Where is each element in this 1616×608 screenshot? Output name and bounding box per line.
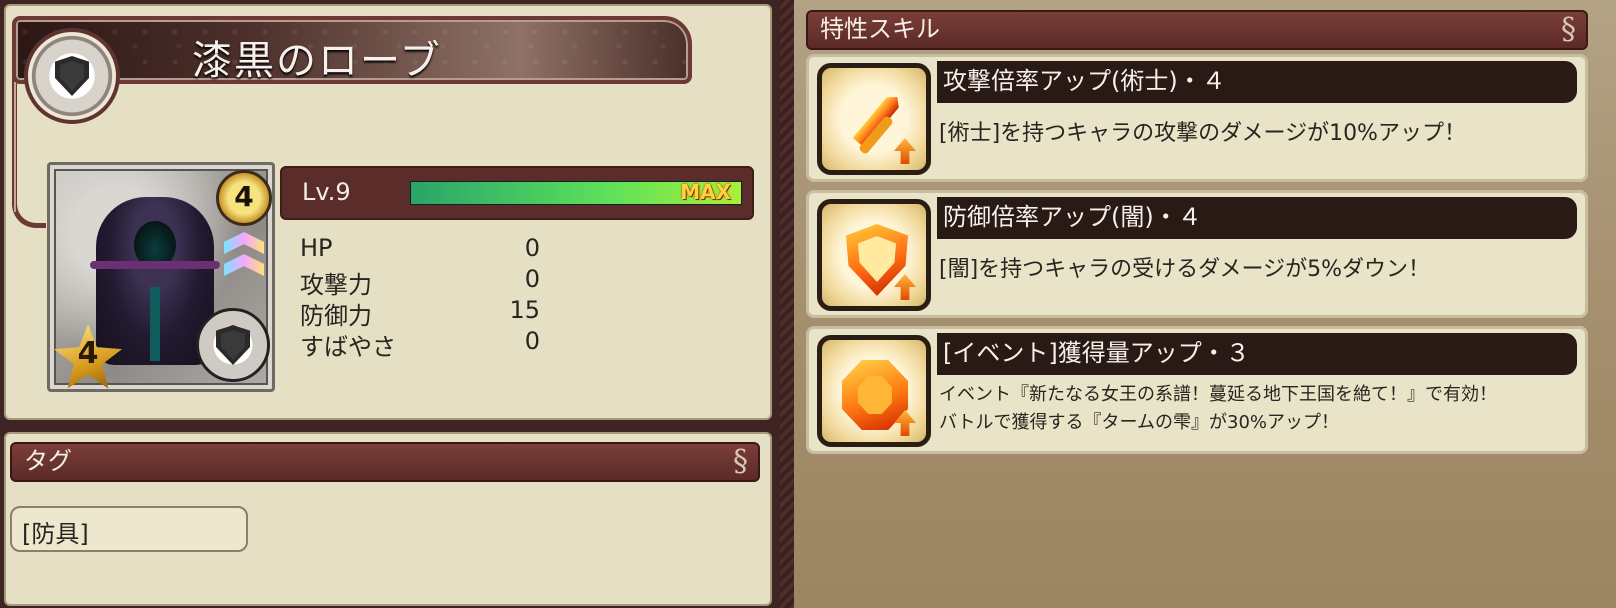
tag-header: タグ § [10,442,760,482]
shield-icon [216,325,250,365]
stat-row: HP 0 [300,234,540,265]
tag-chip[interactable]: [防具] [10,506,248,552]
skills-header: 特性スキル § [806,10,1588,50]
divider-stripe [780,0,794,608]
level-label: Lv.9 [302,178,351,206]
stat-value: 0 [524,234,540,262]
skill-description-line: イベント『新たなる女王の系譜！蔓延る地下王国を絶て！』で有効！ [939,384,1497,405]
skill-card[interactable]: 攻撃倍率アップ(術士)・４ [術士]を持つキャラの攻撃のダメージが10%アップ！ [806,54,1588,182]
skill-title: 攻撃倍率アップ(術士)・４ [937,61,1577,103]
skill-description: イベント『新たなる女王の系譜！蔓延る地下王国を絶て！』で有効！ バトルで獲得する… [939,381,1497,437]
rarity-badge: 4 [216,170,272,226]
skill-description-line: バトルで獲得する『タームの雫』が30%アップ！ [939,412,1340,433]
skill-title: [イベント]獲得量アップ・３ [937,333,1577,375]
stats-list: HP 0 攻撃力 0 防御力 15 すばやさ 0 [300,234,540,361]
skill-description: [闇]を持つキャラの受けるダメージが5%ダウン！ [939,257,1430,282]
gem-up-icon [817,335,931,447]
category-medallion [24,28,120,124]
rank-chevron-icon [220,228,270,286]
item-card: 漆黒のローブ 4 4 Lv.9 MAX HP 0 攻撃力 0 防御力 15 すば… [4,4,772,420]
skill-card[interactable]: 防御倍率アップ(闇)・４ [闇]を持つキャラの受けるダメージが5%ダウン！ [806,190,1588,318]
stat-value: 15 [509,296,540,324]
stat-label: すばやさ [300,333,396,361]
stat-row: 攻撃力 0 [300,265,540,299]
exp-max-label: MAX [680,180,731,204]
skill-title: 防御倍率アップ(闇)・４ [937,197,1577,239]
stat-label: 攻撃力 [300,271,372,299]
level-bar: Lv.9 MAX [280,166,754,220]
robe-trim [90,261,220,269]
skill-description: [術士]を持つキャラの攻撃のダメージが10%アップ！ [939,121,1466,146]
shield-icon [55,56,89,96]
exp-track: MAX [410,180,742,205]
stat-value: 0 [524,265,540,293]
tag-panel: タグ § [防具] [4,432,772,606]
star-count: 4 [77,336,99,371]
tag-header-label: タグ [24,447,72,475]
skills-header-label: 特性スキル [820,15,940,43]
skill-card[interactable]: [イベント]獲得量アップ・３ イベント『新たなる女王の系譜！蔓延る地下王国を絶て… [806,326,1588,454]
sword-up-icon [817,63,931,175]
stat-value: 0 [524,327,540,355]
curl-ornament-icon: § [733,444,748,479]
stat-row: すばやさ 0 [300,327,540,361]
stat-row: 防御力 15 [300,296,540,330]
card-category-medal [196,308,270,382]
shield-up-icon [817,199,931,311]
curl-ornament-icon: § [1561,12,1576,47]
stat-label: HP [300,234,333,262]
item-name: 漆黒のローブ [192,38,442,84]
stat-label: 防御力 [300,302,372,330]
